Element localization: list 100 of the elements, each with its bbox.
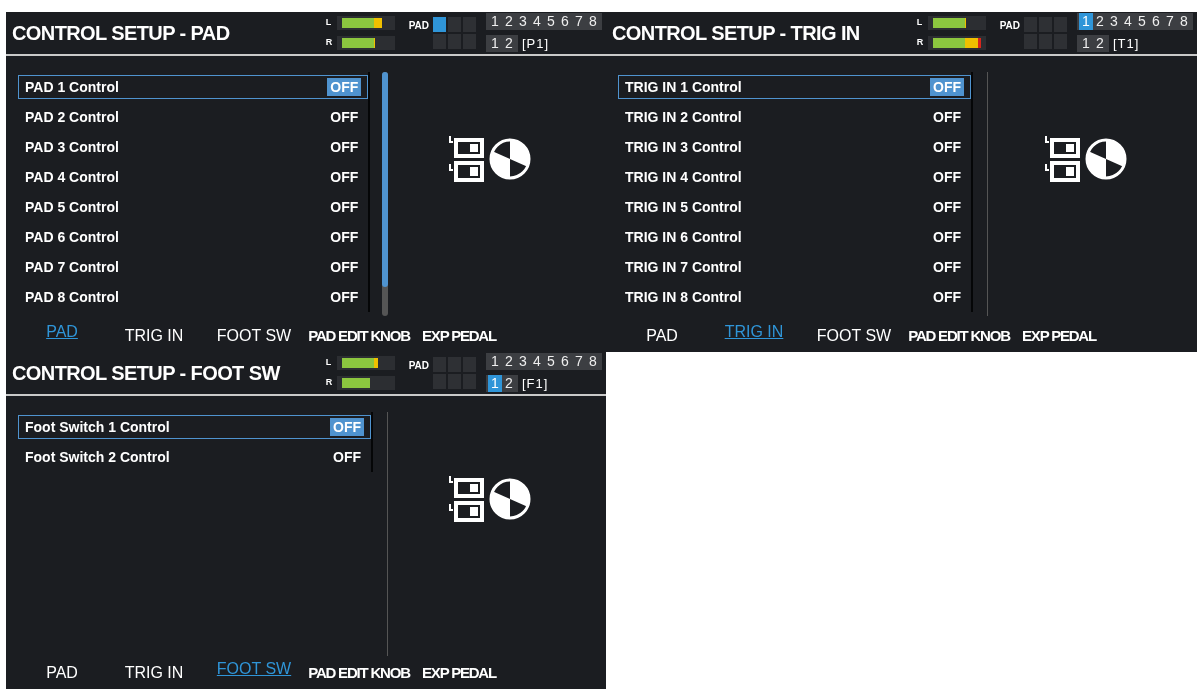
row-label: TRIG IN 3 Control [625, 137, 742, 157]
list-row[interactable]: PAD 8 Control OFF [18, 282, 369, 312]
layer-number: 2 [1095, 35, 1105, 52]
row-value: OFF [329, 108, 360, 126]
layer-number: 2 [504, 35, 514, 52]
list-row[interactable]: TRIG IN 6 Control OFF [618, 222, 972, 252]
list-row[interactable]: PAD 5 Control OFF [18, 192, 369, 222]
pad-and-switch-icon [448, 474, 532, 524]
list-row[interactable]: Foot Switch 1 Control OFF [18, 415, 372, 439]
row-label: TRIG IN 1 Control [625, 77, 742, 97]
tab[interactable]: FOOT SW [204, 324, 304, 348]
tab[interactable]: PAD [620, 324, 704, 348]
part-number: 3 [518, 12, 528, 30]
part-number: 2 [1095, 12, 1105, 30]
list-row[interactable]: PAD 3 Control OFF [18, 132, 369, 162]
row-label: PAD 7 Control [25, 257, 119, 277]
list-row[interactable]: TRIG IN 3 Control OFF [618, 132, 972, 162]
tab[interactable]: EXP PEDAL [414, 661, 504, 685]
layer-number: 2 [504, 375, 514, 392]
row-label: PAD 2 Control [25, 107, 119, 127]
part-number: 3 [518, 352, 528, 370]
row-value: OFF [932, 108, 963, 126]
part-number: 7 [574, 352, 584, 370]
part-number: 8 [588, 12, 598, 30]
channel-label: L [325, 16, 333, 30]
row-label: TRIG IN 6 Control [625, 227, 742, 247]
list-row[interactable]: PAD 1 Control OFF [18, 75, 369, 99]
screen-title: CONTROL SETUP - TRIG IN [612, 21, 861, 46]
layer-number: 1 [490, 35, 500, 52]
part-number: 7 [574, 12, 584, 30]
tab[interactable]: PAD EDIT KNOB [304, 324, 414, 348]
row-value: OFF [932, 258, 963, 276]
tab[interactable]: EXP PEDAL [1014, 324, 1104, 348]
row-value: OFF [930, 78, 965, 96]
screen-title: CONTROL SETUP - FOOT SW [12, 361, 282, 386]
row-value: OFF [329, 228, 360, 246]
part-number: 6 [1151, 12, 1161, 30]
channel-label: L [325, 356, 333, 370]
part-number: 5 [1137, 12, 1147, 30]
part-number: 6 [560, 12, 570, 30]
list-row[interactable]: TRIG IN 1 Control OFF [618, 75, 972, 99]
list-row[interactable]: TRIG IN 7 Control OFF [618, 252, 972, 282]
row-label: PAD 4 Control [25, 167, 119, 187]
row-value: OFF [932, 228, 963, 246]
part-number: 8 [588, 352, 598, 370]
tab[interactable]: PAD [20, 661, 104, 685]
tab[interactable]: PAD [20, 320, 104, 344]
part-number: 5 [546, 12, 556, 30]
list-row[interactable]: PAD 7 Control OFF [18, 252, 369, 282]
part-number: 4 [532, 352, 542, 370]
layer-number: 1 [1081, 35, 1091, 52]
row-label: PAD 5 Control [25, 197, 119, 217]
list-row[interactable]: Foot Switch 2 Control OFF [18, 442, 372, 472]
channel-label: R [325, 36, 334, 50]
tab[interactable]: FOOT SW [804, 324, 904, 348]
row-label: TRIG IN 2 Control [625, 107, 742, 127]
tab[interactable]: TRIG IN [104, 324, 204, 348]
tab[interactable]: TRIG IN [104, 661, 204, 685]
part-number: 3 [1109, 12, 1119, 30]
row-label: Foot Switch 1 Control [25, 417, 170, 437]
list-row[interactable]: TRIG IN 8 Control OFF [618, 282, 972, 312]
pad-grid [433, 17, 476, 49]
row-label: PAD 6 Control [25, 227, 119, 247]
row-value: OFF [329, 288, 360, 306]
row-value: OFF [932, 288, 963, 306]
list-row[interactable]: PAD 2 Control OFF [18, 102, 369, 132]
tab[interactable]: FOOT SW [204, 657, 304, 681]
part-number: 7 [1165, 12, 1175, 30]
list-row[interactable]: TRIG IN 4 Control OFF [618, 162, 972, 192]
tab[interactable]: PAD EDIT KNOB [904, 324, 1014, 348]
pad-and-switch-icon [448, 134, 532, 184]
row-value: OFF [329, 198, 360, 216]
part-number: 2 [504, 12, 514, 30]
tab[interactable]: EXP PEDAL [414, 324, 504, 348]
row-label: TRIG IN 7 Control [625, 257, 742, 277]
part-number: 2 [504, 352, 514, 370]
pad-label: PAD [408, 19, 429, 33]
list-row[interactable]: PAD 4 Control OFF [18, 162, 369, 192]
list-row[interactable]: TRIG IN 2 Control OFF [618, 102, 972, 132]
pad-label: PAD [408, 359, 429, 373]
list-row[interactable]: PAD 6 Control OFF [18, 222, 369, 252]
part-number: 4 [1123, 12, 1133, 30]
row-value: OFF [932, 138, 963, 156]
channel-label: R [916, 36, 925, 50]
list-row[interactable]: TRIG IN 5 Control OFF [618, 192, 972, 222]
row-label: TRIG IN 5 Control [625, 197, 742, 217]
row-label: Foot Switch 2 Control [25, 447, 170, 467]
row-value: OFF [329, 168, 360, 186]
tab[interactable]: PAD EDIT KNOB [304, 661, 414, 685]
pad-label: PAD [999, 19, 1020, 33]
part-number: 5 [546, 352, 556, 370]
tab[interactable]: TRIG IN [704, 320, 804, 344]
part-number: 6 [560, 352, 570, 370]
row-value: OFF [932, 198, 963, 216]
row-value: OFF [330, 418, 365, 436]
channel-label: R [325, 376, 334, 390]
row-label: TRIG IN 8 Control [625, 287, 742, 307]
layer-number: 1 [488, 375, 502, 392]
row-value: OFF [332, 448, 363, 466]
row-label: TRIG IN 4 Control [625, 167, 742, 187]
